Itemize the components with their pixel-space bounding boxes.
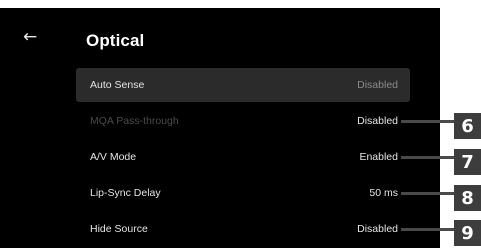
setting-row-av-mode[interactable]: A/V Mode Enabled: [76, 140, 410, 174]
setting-label: Hide Source: [90, 223, 148, 235]
setting-value: 50 ms: [369, 187, 398, 199]
setting-label: Lip-Sync Delay: [90, 187, 161, 199]
callout-line-8: [401, 192, 454, 195]
callout-line-6: [401, 120, 454, 123]
setting-row-lip-sync-delay[interactable]: Lip-Sync Delay 50 ms: [76, 176, 410, 210]
callout-line-7: [401, 156, 454, 159]
callout-badge-6: 6: [454, 113, 481, 139]
setting-value: Disabled: [357, 79, 398, 91]
setting-label: MQA Pass-through: [90, 115, 179, 127]
setting-label: A/V Mode: [90, 151, 137, 163]
setting-row-auto-sense[interactable]: Auto Sense Disabled: [76, 68, 410, 102]
setting-label: Auto Sense: [90, 79, 145, 91]
setting-value: Enabled: [359, 151, 398, 163]
setting-row-mqa-pass-through: MQA Pass-through Disabled: [76, 104, 410, 138]
back-arrow-icon[interactable]: ←: [23, 28, 41, 46]
callout-badge-7: 7: [454, 149, 481, 175]
callout-badge-9: 9: [454, 220, 481, 246]
setting-value: Disabled: [357, 115, 398, 127]
callout-badge-8: 8: [454, 185, 481, 211]
setting-row-hide-source[interactable]: Hide Source Disabled: [76, 212, 410, 246]
callout-line-9: [401, 228, 454, 231]
setting-value: Disabled: [357, 223, 398, 235]
optical-settings-screen: ← Optical Auto Sense Disabled MQA Pass-t…: [0, 8, 440, 248]
page-title: Optical: [86, 31, 145, 50]
